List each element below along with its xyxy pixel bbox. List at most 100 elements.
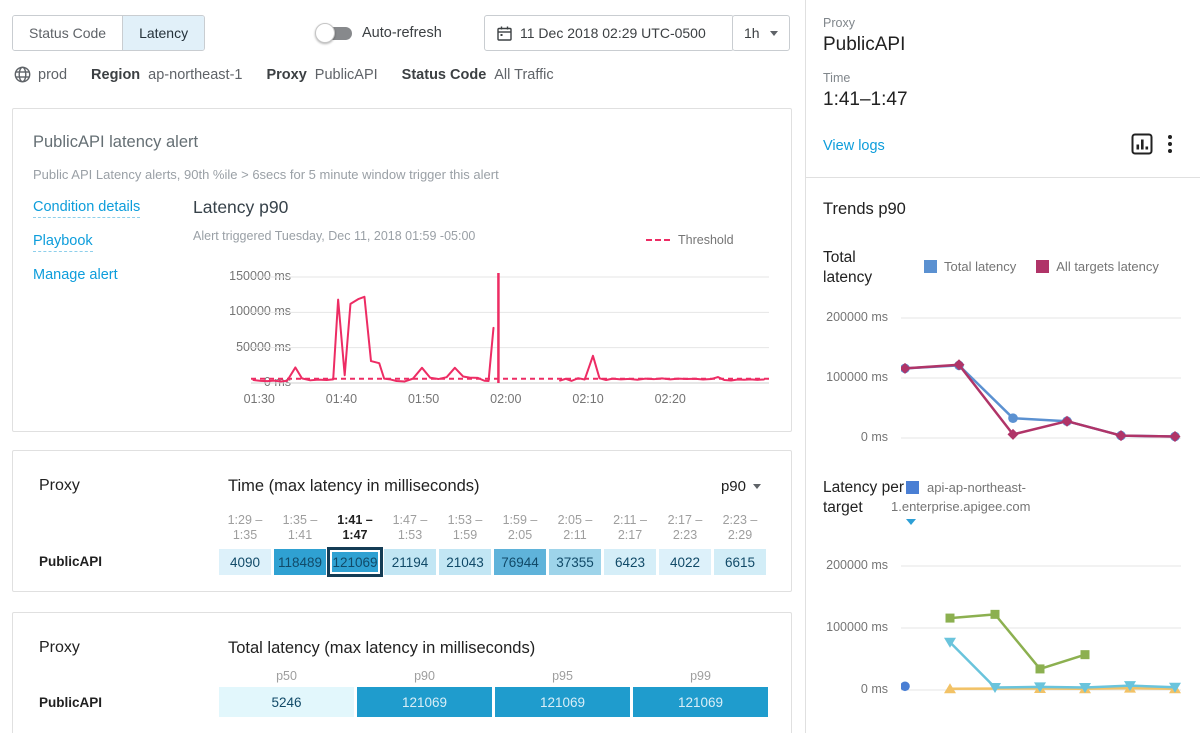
auto-refresh-toggle[interactable]: [315, 23, 355, 43]
percentile-value: p90: [721, 478, 746, 495]
percentile-header: p90: [357, 669, 492, 683]
axis-tick-label: 01:30: [244, 392, 275, 406]
proxy-column-header: Proxy: [39, 639, 80, 657]
auto-refresh-label: Auto-refresh: [362, 15, 442, 51]
proxy-column-header: Proxy: [39, 477, 80, 495]
latency-cell[interactable]: 76944: [494, 549, 546, 575]
legend-swatch: [1036, 260, 1049, 273]
percentile-headers: p50 p90 p95 p99: [219, 669, 771, 683]
metric-tab-group: Status Code Latency: [12, 15, 205, 51]
target-legend-wrap: 1.enterprise.apigee.com: [891, 499, 1030, 514]
proxy-row-label: PublicAPI: [39, 695, 102, 710]
latency-dashboard: Status Code Latency Auto-refresh 11 Dec …: [0, 0, 1200, 733]
tab-latency[interactable]: Latency: [122, 16, 204, 50]
time-latency-table-card: Proxy Time (max latency in milliseconds)…: [12, 450, 792, 592]
threshold-dash-icon: [646, 239, 670, 241]
topbar: Status Code Latency Auto-refresh 11 Dec …: [12, 15, 793, 51]
time-bucket-header: 1:47 –1:53: [384, 513, 436, 543]
filter-region-label: Region: [91, 67, 140, 83]
total-latency-row: 5246 121069 121069 121069: [219, 687, 771, 717]
latency-cell[interactable]: 5246: [219, 687, 354, 717]
proxy-label: Proxy: [823, 16, 855, 30]
view-logs-link[interactable]: View logs: [823, 138, 885, 154]
main-panel: Status Code Latency Auto-refresh 11 Dec …: [0, 0, 805, 733]
filter-region-value: ap-northeast-1: [148, 67, 242, 83]
legend-item-total-latency: Total latency: [924, 259, 1016, 274]
condition-details-link[interactable]: Condition details: [33, 199, 140, 218]
detail-sidebar: Proxy PublicAPI Time 1:41–1:47 View logs…: [805, 0, 1200, 733]
time-table-title: Time (max latency in milliseconds): [228, 477, 480, 496]
target-legend: api-ap-northeast-: [906, 480, 1026, 495]
total-table-title: Total latency (max latency in millisecon…: [228, 639, 535, 658]
time-range-dropdown[interactable]: 1h: [732, 15, 790, 51]
latency-cell[interactable]: 4022: [659, 549, 711, 575]
proxy-row-label: PublicAPI: [39, 554, 102, 569]
threshold-label: Threshold: [678, 233, 734, 247]
divider: [806, 177, 1200, 178]
latency-cell[interactable]: 121069: [633, 687, 768, 717]
latency-cell[interactable]: 121069: [327, 547, 383, 577]
axis-tick-label: 0 ms: [861, 682, 888, 696]
axis-tick-label: 0 ms: [861, 430, 888, 444]
time-bucket-header: 2:17 –2:23: [659, 513, 711, 543]
time-bucket-header: 2:05 –2:11: [549, 513, 601, 543]
axis-tick-label: 100000 ms: [826, 370, 888, 384]
latency-cell[interactable]: 21194: [384, 549, 436, 575]
globe-icon: [14, 66, 31, 83]
axis-tick-label: 02:20: [655, 392, 686, 406]
latency-cell[interactable]: 121069: [357, 687, 492, 717]
latency-cell[interactable]: 4090: [219, 549, 271, 575]
alert-card: PublicAPI latency alert Public API Laten…: [12, 108, 792, 432]
time-bucket-header: 1:29 –1:35: [219, 513, 271, 543]
time-bucket-header: 1:59 –2:05: [494, 513, 546, 543]
tab-status-code[interactable]: Status Code: [13, 16, 122, 50]
axis-tick-label: 01:40: [326, 392, 357, 406]
filter-status-code-value: All Traffic: [494, 67, 553, 83]
threshold-legend: Threshold: [646, 233, 734, 247]
kebab-menu-icon[interactable]: [1167, 134, 1173, 157]
latency-cell[interactable]: 6423: [604, 549, 656, 575]
latency-cell[interactable]: 121069: [495, 687, 630, 717]
axis-tick-label: 100000 ms: [826, 620, 888, 634]
total-latency-table-card: Proxy Total latency (max latency in mill…: [12, 612, 792, 733]
legend-item-all-targets-latency: All targets latency: [1036, 259, 1159, 274]
latency-cell[interactable]: 37355: [549, 549, 601, 575]
filter-proxy-label: Proxy: [266, 67, 306, 83]
calendar-icon: [497, 26, 512, 41]
environment-name: prod: [38, 67, 67, 83]
chevron-down-icon: [753, 484, 761, 489]
time-label: Time: [823, 71, 850, 85]
playbook-link[interactable]: Playbook: [33, 233, 93, 252]
alert-links: Condition details Playbook Manage alert: [33, 199, 140, 298]
datetime-picker-button[interactable]: 11 Dec 2018 02:29 UTC-0500: [484, 15, 734, 51]
breadcrumb: prod Region ap-northeast-1 Proxy PublicA…: [14, 66, 554, 83]
time-bucket-header: 1:35 –1:41: [274, 513, 326, 543]
bar-chart-icon[interactable]: [1131, 133, 1153, 158]
total-latency-section-label: Total latency: [823, 248, 907, 288]
time-bucket-header: 2:23 –2:29: [714, 513, 766, 543]
target-legend-expand-icon[interactable]: [906, 519, 916, 525]
percentile-header: p50: [219, 669, 354, 683]
toggle-knob: [315, 23, 335, 43]
datetime-value: 11 Dec 2018 02:29 UTC-0500: [520, 25, 706, 41]
latency-cell[interactable]: 118489: [274, 549, 326, 575]
percentile-header: p99: [633, 669, 768, 683]
latency-cell[interactable]: 21043: [439, 549, 491, 575]
axis-tick-label: 01:50: [408, 392, 439, 406]
axis-tick-label: 200000 ms: [826, 310, 888, 324]
latency-cell[interactable]: 6615: [714, 549, 766, 575]
trends-legend: Total latency All targets latency: [924, 259, 1159, 274]
legend-swatch: [924, 260, 937, 273]
time-bucket-headers: 1:29 –1:35 1:35 –1:41 1:41 –1:47 1:47 –1…: [219, 513, 769, 543]
percentile-header: p95: [495, 669, 630, 683]
time-bucket-header: 1:53 –1:59: [439, 513, 491, 543]
latency-p90-chart: [251, 271, 769, 391]
manage-alert-link[interactable]: Manage alert: [33, 267, 118, 283]
axis-tick-label: 02:10: [572, 392, 603, 406]
percentile-dropdown[interactable]: p90: [721, 478, 761, 495]
latency-heatmap-row: 4090 118489 121069 21194 21043 76944 373…: [219, 547, 769, 577]
axis-tick-label: 02:00: [490, 392, 521, 406]
time-value: 1:41–1:47: [823, 89, 908, 111]
chevron-down-icon: [770, 31, 778, 36]
time-range-value: 1h: [744, 25, 760, 41]
